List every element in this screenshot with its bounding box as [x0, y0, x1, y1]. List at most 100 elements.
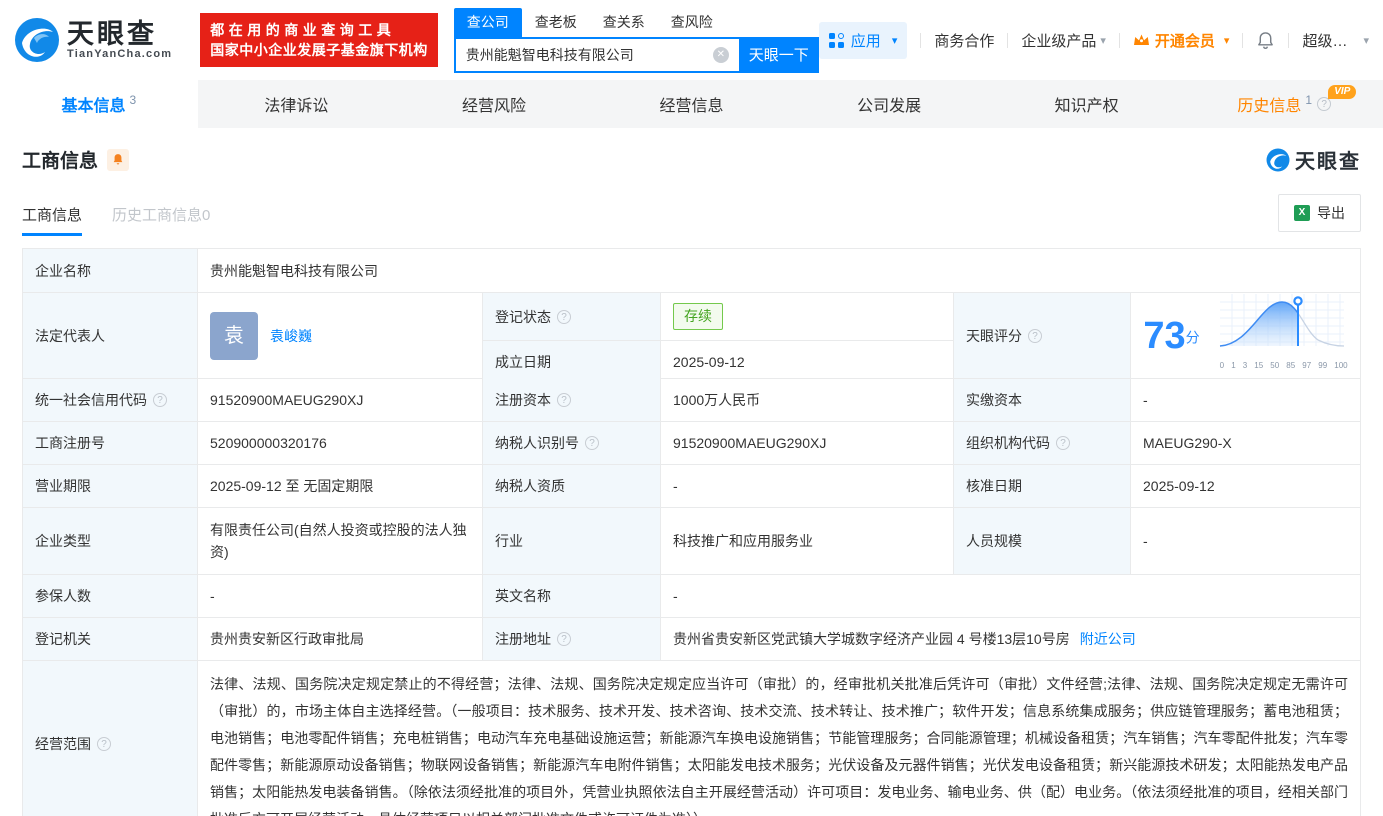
- search-tab-risk[interactable]: 查风险: [658, 8, 726, 37]
- company-name-label: 企业名称: [23, 249, 198, 292]
- promo-line1: 都在用的商业查询工具: [210, 22, 396, 38]
- question-circle-icon[interactable]: [1317, 97, 1332, 111]
- tyc-score-label: 天眼评分: [954, 293, 1131, 378]
- search-input[interactable]: [453, 36, 739, 73]
- reg-status-value: 存续: [661, 293, 953, 340]
- credit-code-value: 91520900MAEUG290XJ: [198, 379, 483, 421]
- legal-rep-label: 法定代表人: [23, 293, 198, 378]
- search-button[interactable]: 天眼一下: [738, 36, 819, 73]
- status-date-block: 登记状态 存续 成立日期 2025-09-12: [483, 293, 954, 383]
- tab-history-info[interactable]: VIP 历史信息 1: [1185, 80, 1383, 128]
- export-button[interactable]: 导出: [1278, 194, 1361, 232]
- company-nav-tabs: 基本信息 3 法律诉讼 经营风险 经营信息 公司发展 知识产权 VIP 历史信息…: [0, 80, 1383, 128]
- score-axis-labels: 0 1 3 15 50 85 97 99 100: [1219, 361, 1348, 370]
- question-circle-icon[interactable]: [97, 736, 111, 751]
- logo-text: 天眼查 TianYanCha.com: [67, 20, 172, 60]
- nearby-companies-link[interactable]: 附近公司: [1080, 628, 1136, 650]
- tab-operation-risk[interactable]: 经营风险: [395, 80, 593, 128]
- tyc-score-value[interactable]: 73分 0 1 3 15 50 85 97 99 100: [1131, 293, 1360, 378]
- chevron-down-icon: [1100, 34, 1106, 47]
- reg-number-value: 520900000320176: [198, 422, 483, 464]
- question-circle-icon[interactable]: [153, 393, 167, 407]
- app-grid-icon: [828, 32, 844, 48]
- question-circle-icon[interactable]: [557, 632, 571, 646]
- tianyancha-watermark: 天眼查: [1266, 145, 1361, 174]
- reg-capital-label: 注册资本: [483, 379, 661, 421]
- divider: [1288, 32, 1290, 48]
- logo-domain: TianYanCha.com: [67, 48, 173, 60]
- tab-operation-info-label: 经营信息: [659, 98, 724, 115]
- enterprise-products-menu[interactable]: 企业级产品: [1021, 30, 1106, 51]
- question-circle-icon[interactable]: [585, 436, 599, 450]
- divider: [1242, 32, 1244, 48]
- tab-legal-litigation[interactable]: 法律诉讼: [198, 80, 396, 128]
- subtab-history-business-info[interactable]: 历史工商信息0: [112, 204, 210, 236]
- industry-label: 行业: [483, 508, 661, 574]
- business-cooperation-link[interactable]: 商务合作: [934, 30, 994, 51]
- tab-basic-info-label: 基本信息: [61, 98, 126, 115]
- super-vip-menu[interactable]: 超级…: [1302, 30, 1369, 51]
- taxpayer-id-value: 91520900MAEUG290XJ: [661, 422, 954, 464]
- approval-date-label: 核准日期: [954, 465, 1131, 507]
- section-title: 工商信息: [22, 151, 99, 172]
- avatar[interactable]: 袁: [210, 311, 258, 360]
- question-circle-icon[interactable]: [557, 309, 571, 324]
- legal-rep-link[interactable]: 袁峻巍: [270, 325, 312, 347]
- approval-date-value: 2025-09-12: [1143, 478, 1215, 494]
- table-row: 工商注册号 520900000320176 纳税人识别号 91520900MAE…: [23, 422, 1360, 465]
- taxpayer-quality-value: -: [661, 465, 954, 507]
- excel-icon: [1294, 205, 1310, 221]
- tab-history-info-label: 历史信息: [1237, 98, 1302, 115]
- clear-search-icon[interactable]: [712, 46, 729, 63]
- credit-code-label: 统一社会信用代码: [23, 379, 198, 421]
- notifications-button[interactable]: [1256, 31, 1275, 50]
- industry-value: 科技推广和应用服务业: [661, 508, 954, 574]
- section-header: 工商信息 天眼查: [22, 145, 1361, 174]
- score-number: 73分: [1143, 314, 1200, 357]
- reg-authority-label: 登记机关: [23, 618, 198, 660]
- table-row: 经营范围 法律、法规、国务院决定规定禁止的不得经营；法律、法规、国务院决定规定应…: [23, 661, 1360, 816]
- bell-icon: [1258, 31, 1274, 49]
- tab-history-info-count: 1: [1305, 93, 1313, 107]
- insured-count-value: -: [198, 575, 483, 617]
- english-name-value: -: [673, 588, 678, 604]
- open-membership-menu[interactable]: 开通会员: [1133, 30, 1230, 51]
- subtab-business-info[interactable]: 工商信息: [22, 204, 83, 236]
- table-row: 统一社会信用代码 91520900MAEUG290XJ 注册资本 1000万人民…: [23, 379, 1360, 422]
- question-circle-icon[interactable]: [1028, 328, 1042, 343]
- reg-capital-value: 1000万人民币: [661, 379, 954, 421]
- reg-address-label: 注册地址: [483, 618, 661, 660]
- tab-basic-info[interactable]: 基本信息 3: [0, 80, 198, 128]
- question-circle-icon[interactable]: [557, 393, 571, 407]
- question-circle-icon[interactable]: [1056, 436, 1070, 450]
- tab-intellectual-property-label: 知识产权: [1054, 98, 1119, 115]
- apps-menu[interactable]: 应用: [818, 21, 908, 59]
- search-tab-boss[interactable]: 查老板: [522, 8, 590, 37]
- legal-rep-value: 袁 袁峻巍: [198, 293, 483, 378]
- chevron-down-icon: [1363, 34, 1369, 47]
- divider: [920, 32, 922, 48]
- search-tab-company[interactable]: 查公司: [453, 7, 522, 37]
- subtab-row: 工商信息 历史工商信息0 导出: [22, 194, 1361, 236]
- search-tab-relation[interactable]: 查关系: [590, 8, 658, 37]
- divider: [1007, 32, 1009, 48]
- promo-line2: 国家中小企业发展子基金旗下机构: [210, 42, 428, 58]
- promo-banner: 都在用的商业查询工具 国家中小企业发展子基金旗下机构: [200, 13, 438, 67]
- business-scope-label: 经营范围: [23, 661, 198, 816]
- subscribe-bell-button[interactable]: [107, 148, 130, 171]
- org-code-value: MAEUG290-X: [1143, 435, 1232, 451]
- table-row: 企业名称 贵州能魁智电科技有限公司: [23, 249, 1360, 293]
- tab-company-development[interactable]: 公司发展: [790, 80, 988, 128]
- open-membership-label: 开通会员: [1154, 32, 1215, 50]
- company-type-value: 有限责任公司(自然人投资或控股的法人独资): [198, 508, 483, 574]
- company-type-label: 企业类型: [23, 508, 198, 574]
- tab-operation-info[interactable]: 经营信息: [593, 80, 791, 128]
- tianyancha-logo[interactable]: 天眼查 TianYanCha.com: [14, 17, 172, 63]
- score-bell-curve: [1219, 294, 1344, 347]
- tab-legal-litigation-label: 法律诉讼: [264, 98, 329, 115]
- table-row: 营业期限 2025-09-12 至 无固定期限 纳税人资质 - 核准日期 202…: [23, 465, 1360, 508]
- org-code-label: 组织机构代码: [954, 422, 1131, 464]
- reg-number-label: 工商注册号: [23, 422, 198, 464]
- tianyancha-logo-icon: [1266, 148, 1290, 171]
- tab-intellectual-property[interactable]: 知识产权: [988, 80, 1186, 128]
